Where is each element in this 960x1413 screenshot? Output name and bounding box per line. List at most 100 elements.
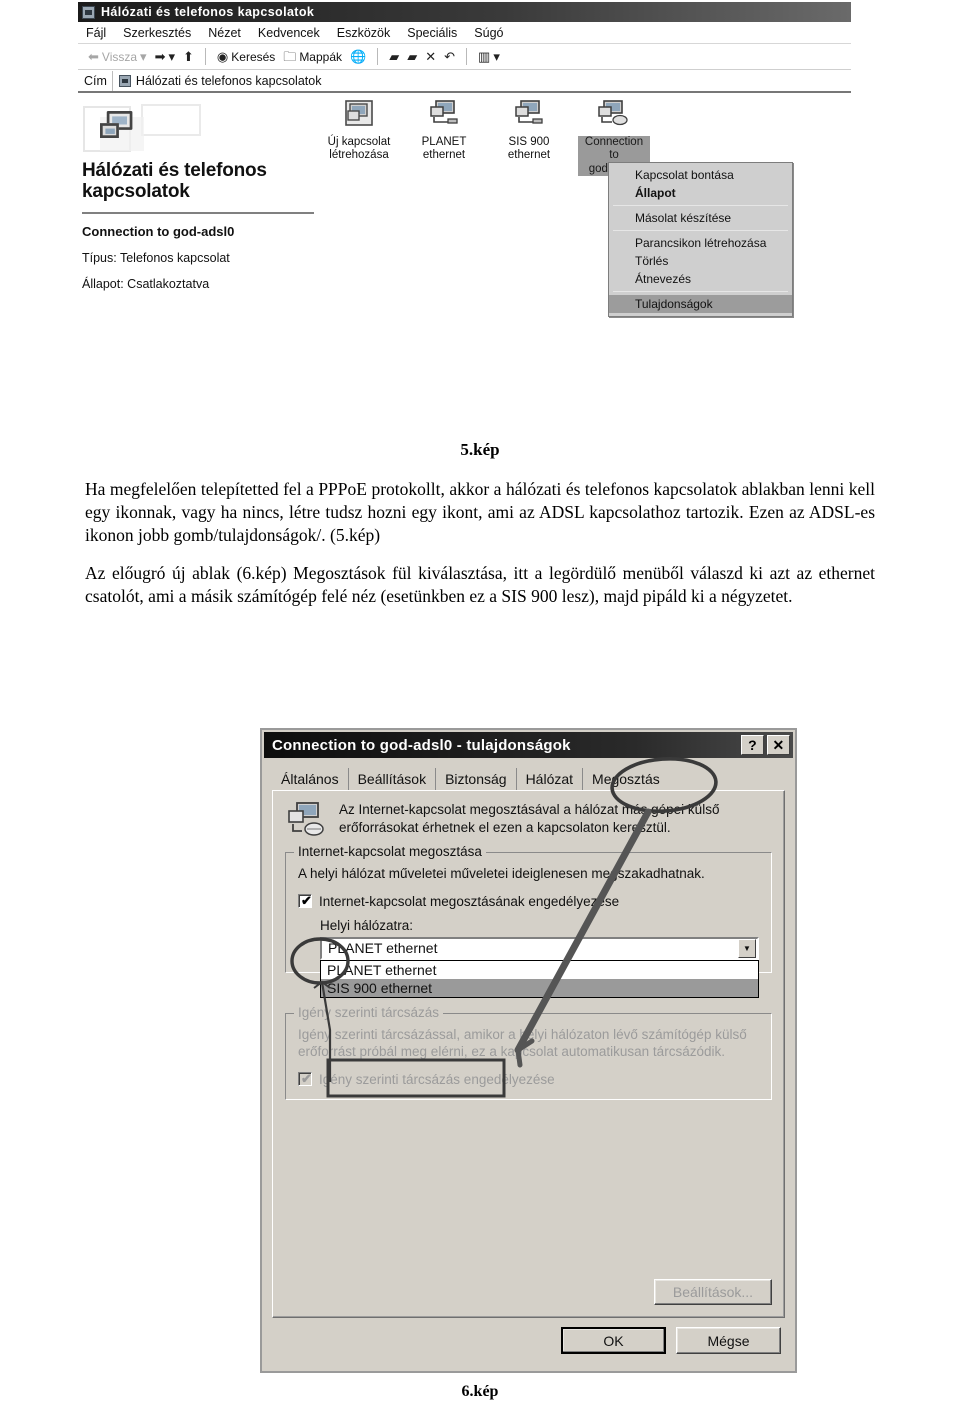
search-icon: ◉	[216, 49, 229, 64]
close-icon[interactable]: ✕	[767, 735, 790, 755]
lan-connection-icon	[430, 100, 458, 124]
undo-button[interactable]: ↶	[442, 50, 457, 63]
copy-to-button[interactable]: ▰	[405, 50, 419, 63]
enable-ics-checkbox[interactable]: ✔	[298, 893, 312, 908]
network-connections-banner-icon	[100, 111, 133, 138]
chevron-down-icon-combobox[interactable]: ▼	[738, 938, 756, 958]
ics-warning-text: A helyi hálózat műveletei műveletei idei…	[298, 866, 705, 881]
list-item-new-connection[interactable]: Új kapcsolat létrehozása	[323, 99, 395, 176]
new-connection-wizard-icon	[345, 100, 373, 126]
menu-item-favorites[interactable]: Kedvencek	[258, 26, 320, 40]
address-input[interactable]: Hálózati és telefonos kapcsolatok	[111, 70, 851, 91]
group-title-ics: Internet-kapcsolat megosztása	[294, 844, 486, 859]
undo-icon: ↶	[444, 49, 456, 64]
figure-caption-6: 6.kép	[461, 1383, 499, 1400]
local-network-combobox[interactable]: PLANET ethernet ▼	[320, 936, 759, 960]
enable-on-demand-checkbox-row: ✔ Igény szerinti tárcsázás engedélyezése	[298, 1070, 759, 1087]
tab-general[interactable]: Általános	[272, 768, 349, 790]
selected-connection-name: Connection to god-adsl0	[82, 223, 235, 239]
local-network-dropdown-list: PLANET ethernet SIS 900 ethernet	[320, 959, 759, 998]
info-row: Az Internet-kapcsolat megosztásával a há…	[285, 801, 772, 841]
context-menu-item-rename[interactable]: Átnevezés	[609, 270, 792, 288]
history-button[interactable]: 🌐	[348, 50, 368, 63]
menu-item-help[interactable]: Súgó	[474, 26, 503, 40]
folder-up-icon: ⬆	[183, 49, 194, 64]
combobox-value: PLANET ethernet	[328, 940, 438, 957]
toolbar-separator-1	[204, 48, 206, 65]
context-menu-item-properties[interactable]: Tulajdonságok	[609, 295, 792, 313]
connection-type-line: Típus: Telefonos kapcsolat	[82, 250, 230, 265]
address-value: Hálózati és telefonos kapcsolatok	[135, 73, 322, 88]
delete-button[interactable]: ✕	[423, 50, 438, 63]
local-network-label: Helyi hálózatra:	[320, 917, 414, 933]
folder-icon: 🗀	[283, 49, 297, 64]
sharing-tab-page: Az Internet-kapcsolat megosztásával a há…	[272, 790, 785, 1318]
group-title-on-demand: Igény szerinti tárcsázás	[294, 1004, 444, 1020]
tab-networking[interactable]: Hálózat	[516, 768, 584, 790]
explorer-left-pane: Hálózati és telefonos kapcsolatok Connec…	[82, 103, 322, 303]
enable-on-demand-checkbox: ✔	[298, 1070, 312, 1086]
menu-item-tools[interactable]: Eszközök	[337, 26, 391, 40]
ok-button[interactable]: OK	[561, 1327, 666, 1354]
arrow-right-icon: ➡	[154, 49, 166, 64]
chevron-down-icon-forward: ▾	[168, 49, 176, 64]
arrow-left-icon: ⬅	[88, 49, 99, 64]
window-titlebar: Hálózati és telefonos kapcsolatok	[78, 2, 851, 22]
tab-security[interactable]: Biztonság	[436, 768, 517, 790]
icon-label-line1: PLANET	[421, 136, 467, 149]
tab-options[interactable]: Beállítások	[348, 768, 437, 790]
forward-button[interactable]: ➡ ▾	[153, 50, 177, 63]
network-connections-body: Hálózati és telefonos kapcsolatok Connec…	[78, 97, 851, 349]
move-to-button[interactable]: ▰	[387, 50, 401, 63]
cancel-button[interactable]: Mégse	[676, 1327, 781, 1354]
dialog-button-row: OK Mégse	[262, 1318, 795, 1354]
dropdown-option-planet[interactable]: PLANET ethernet	[321, 961, 758, 979]
back-button[interactable]: ⬅ Vissza ▾	[86, 50, 149, 64]
copy-folder-icon: ▰	[407, 49, 418, 64]
ics-illustration-icon	[285, 801, 329, 841]
list-item-sis900-ethernet[interactable]: SIS 900 ethernet	[493, 99, 565, 176]
search-label: Keresés	[231, 49, 276, 64]
icon-label-line1: SIS 900	[508, 136, 550, 149]
context-menu-separator-1	[613, 205, 788, 206]
help-button[interactable]: ?	[741, 735, 764, 755]
search-button[interactable]: ◉ Keresés	[215, 50, 277, 64]
up-button[interactable]: ⬆	[181, 50, 196, 63]
lan-connection-icon-2	[515, 100, 543, 124]
dialog-titlebar: Connection to god-adsl0 - tulajdonságok …	[264, 732, 793, 758]
folders-button[interactable]: 🗀 Mappák	[281, 50, 344, 64]
menu-item-edit[interactable]: Szerkesztés	[123, 26, 191, 40]
context-menu-item-disconnect[interactable]: Kapcsolat bontása	[609, 166, 792, 184]
toolbar-separator-2	[377, 48, 379, 65]
connection-properties-dialog: Connection to god-adsl0 - tulajdonságok …	[260, 728, 797, 1373]
tab-sharing[interactable]: Megosztás	[583, 768, 669, 790]
internet-connection-sharing-group: Internet-kapcsolat megosztása A helyi há…	[285, 844, 772, 998]
dialup-connection-icon	[598, 100, 628, 126]
enable-on-demand-label: Igény szerinti tárcsázás engedélyezése	[319, 1071, 555, 1087]
list-item-planet-ethernet[interactable]: PLANET ethernet	[408, 99, 480, 176]
views-button[interactable]: ▥ ▾	[476, 50, 502, 63]
context-menu-item-status[interactable]: Állapot	[609, 184, 792, 202]
context-menu-separator-3	[613, 291, 788, 292]
connection-status-line: Állapot: Csatlakoztatva	[82, 276, 210, 291]
dropdown-option-sis900[interactable]: SIS 900 ethernet	[321, 978, 758, 997]
figure-caption-5: 5.kép	[460, 440, 500, 459]
context-menu-item-delete[interactable]: Törlés	[609, 252, 792, 270]
menu-item-file[interactable]: Fájl	[86, 26, 106, 40]
folders-label: Mappák	[299, 49, 343, 64]
context-menu-item-create-shortcut[interactable]: Parancsikon létrehozása	[609, 234, 792, 252]
toolbar-separator-3	[466, 48, 468, 65]
context-menu-item-create-copy[interactable]: Másolat készítése	[609, 209, 792, 227]
pane-divider	[82, 211, 314, 214]
address-label: Cím	[84, 73, 107, 88]
icon-label-line2: létrehozása	[329, 149, 389, 162]
menu-item-advanced[interactable]: Speciális	[407, 26, 457, 40]
check-icon-disabled: ✔	[301, 1070, 312, 1086]
network-connections-icon	[82, 5, 95, 19]
icon-label-line1: Új kapcsolat	[327, 136, 391, 149]
dialog-title: Connection to god-adsl0 - tulajdonságok	[272, 736, 571, 754]
on-demand-dialing-group: Igény szerinti tárcsázás Igény szerinti …	[285, 1004, 772, 1100]
enable-ics-checkbox-row[interactable]: ✔ Internet-kapcsolat megosztásának enged…	[298, 893, 759, 909]
back-label: Vissza	[101, 49, 138, 64]
menu-item-view[interactable]: Nézet	[208, 26, 241, 40]
